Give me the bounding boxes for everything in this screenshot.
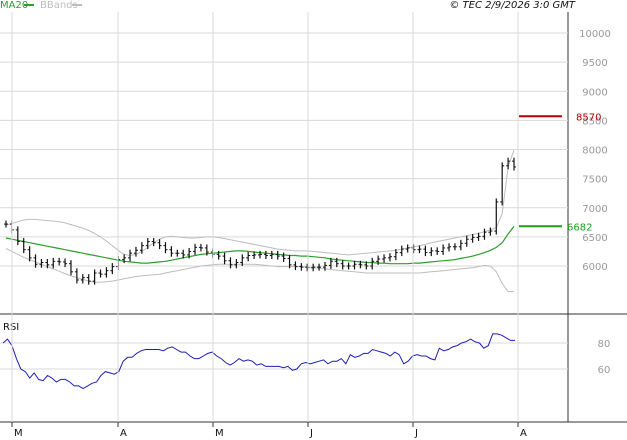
price-bar (15, 226, 20, 246)
rsi-y-tick-label: 60 (598, 365, 611, 376)
price-bar (452, 243, 457, 251)
price-y-axis: 1000095009000850080007500700065006000 (579, 29, 611, 273)
price-bar (145, 238, 150, 250)
price-bar (275, 250, 280, 260)
price-bar (21, 238, 26, 254)
price-bar (4, 220, 8, 228)
price-bar (399, 245, 404, 257)
price-bar (441, 244, 446, 255)
bbands-legend-swatch (72, 4, 82, 6)
price-y-tick-label: 6000 (582, 262, 607, 273)
price-bar (86, 274, 91, 285)
price-bar (104, 267, 109, 278)
price-bar (512, 157, 516, 171)
price-bar (51, 257, 56, 269)
price-bar (98, 269, 103, 278)
price-bar (387, 253, 392, 262)
price-bar (68, 260, 73, 276)
price-bar (382, 254, 387, 263)
price-panel: 1000095009000850080007500700065006000 85… (0, 12, 611, 314)
price-bar (57, 257, 62, 266)
level-label: 8570 (576, 112, 601, 123)
price-bar (246, 252, 251, 262)
price-y-tick-label: 10000 (579, 29, 611, 40)
level-label: 6682 (567, 222, 592, 233)
price-y-tick-label: 9000 (582, 87, 607, 98)
price-bar (429, 247, 434, 257)
price-bar (110, 263, 115, 275)
price-bar (169, 246, 174, 257)
price-bar (417, 245, 422, 254)
price-bar (305, 263, 310, 272)
rsi-y-tick-label: 80 (598, 339, 611, 350)
price-y-tick-label: 7500 (582, 175, 607, 186)
x-tick-label: J (414, 428, 418, 439)
price-bar (234, 259, 239, 269)
price-levels: 8570 6682 (519, 112, 601, 233)
price-bar (494, 198, 499, 235)
chart-canvas: MA20 BBands © TEC 2/9/2026 3:0 GMT 10000… (0, 0, 627, 439)
price-bar (311, 263, 316, 272)
price-bar (346, 262, 351, 270)
price-bar (157, 239, 162, 250)
ma20-legend-label: MA20 (0, 0, 28, 11)
price-bar (317, 263, 322, 271)
price-bar (352, 260, 357, 270)
price-bar (193, 243, 198, 255)
rsi-y-axis: 80 60 (598, 339, 611, 376)
price-bar (163, 242, 168, 254)
bollinger-bands (5, 149, 515, 293)
price-bar (222, 252, 227, 265)
price-bar (228, 257, 233, 269)
x-tick-label: J (309, 428, 313, 439)
price-bar (340, 260, 345, 270)
price-bar (133, 246, 138, 257)
price-bar (263, 250, 268, 260)
rsi-line (2, 333, 515, 390)
price-bar (370, 257, 375, 270)
price-grid (0, 32, 568, 267)
x-tick-label: A (120, 428, 127, 439)
price-bar (458, 239, 463, 251)
price-bar (447, 243, 452, 252)
x-tick-label: M (215, 428, 224, 439)
rsi-title: RSI (3, 322, 19, 333)
copyright-label: © TEC 2/9/2026 3:0 GMT (449, 0, 576, 11)
price-bar (175, 249, 180, 257)
price-bar (74, 268, 79, 284)
price-bar (488, 227, 493, 236)
price-y-tick-label: 9500 (582, 58, 607, 69)
price-y-tick-label: 7000 (582, 204, 607, 215)
x-axis: MAMJJA (11, 12, 527, 439)
x-tick-label: M (14, 428, 23, 439)
rsi-path (2, 333, 515, 390)
x-tick-label: A (520, 428, 527, 439)
price-bar (435, 247, 440, 255)
price-bar (269, 250, 274, 260)
price-bar (198, 243, 203, 252)
bb-upper-line (5, 149, 515, 257)
price-bar (482, 228, 487, 240)
rsi-panel: RSI 80 60 (0, 314, 610, 422)
price-bar (299, 263, 304, 271)
price-y-tick-label: 8000 (582, 146, 607, 157)
price-bar (423, 245, 428, 257)
price-y-tick-label: 6500 (582, 233, 607, 244)
price-bar (411, 244, 416, 254)
price-bar (281, 252, 286, 262)
